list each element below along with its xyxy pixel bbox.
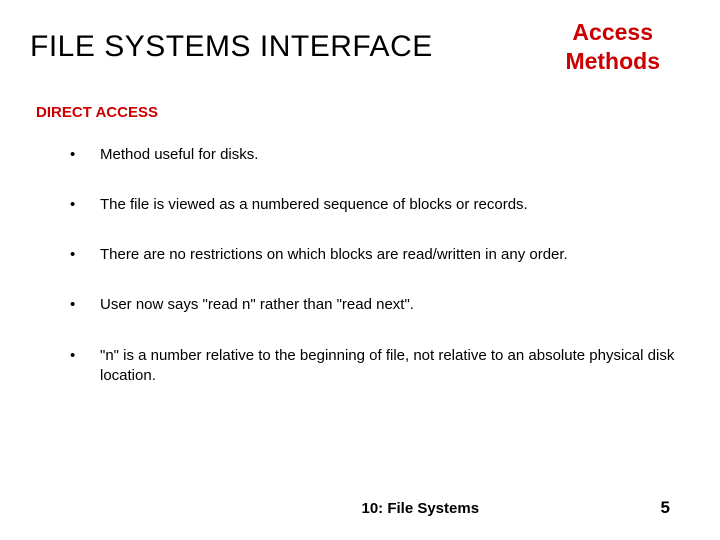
slide-footer: 10: File Systems 5 <box>0 498 720 518</box>
bullet-list: Method useful for disks. The file is vie… <box>30 145 690 387</box>
bullet-item: "n" is a number relative to the beginnin… <box>70 346 690 387</box>
bullet-item: There are no restrictions on which block… <box>70 245 690 265</box>
subtitle-line1: Access <box>572 19 653 45</box>
main-title: FILE SYSTEMS INTERFACE <box>30 30 433 64</box>
subtitle-line2: Methods <box>565 48 660 74</box>
footer-title: 10: File Systems <box>181 500 479 517</box>
bullet-item: User now says "read n" rather than "read… <box>70 295 690 315</box>
bullet-item: Method useful for disks. <box>70 145 690 165</box>
subtitle: Access Methods <box>565 18 690 76</box>
slide-header: FILE SYSTEMS INTERFACE Access Methods <box>30 18 690 76</box>
section-heading: DIRECT ACCESS <box>36 104 690 121</box>
page-number: 5 <box>661 498 670 518</box>
bullet-item: The file is viewed as a numbered sequenc… <box>70 195 690 215</box>
